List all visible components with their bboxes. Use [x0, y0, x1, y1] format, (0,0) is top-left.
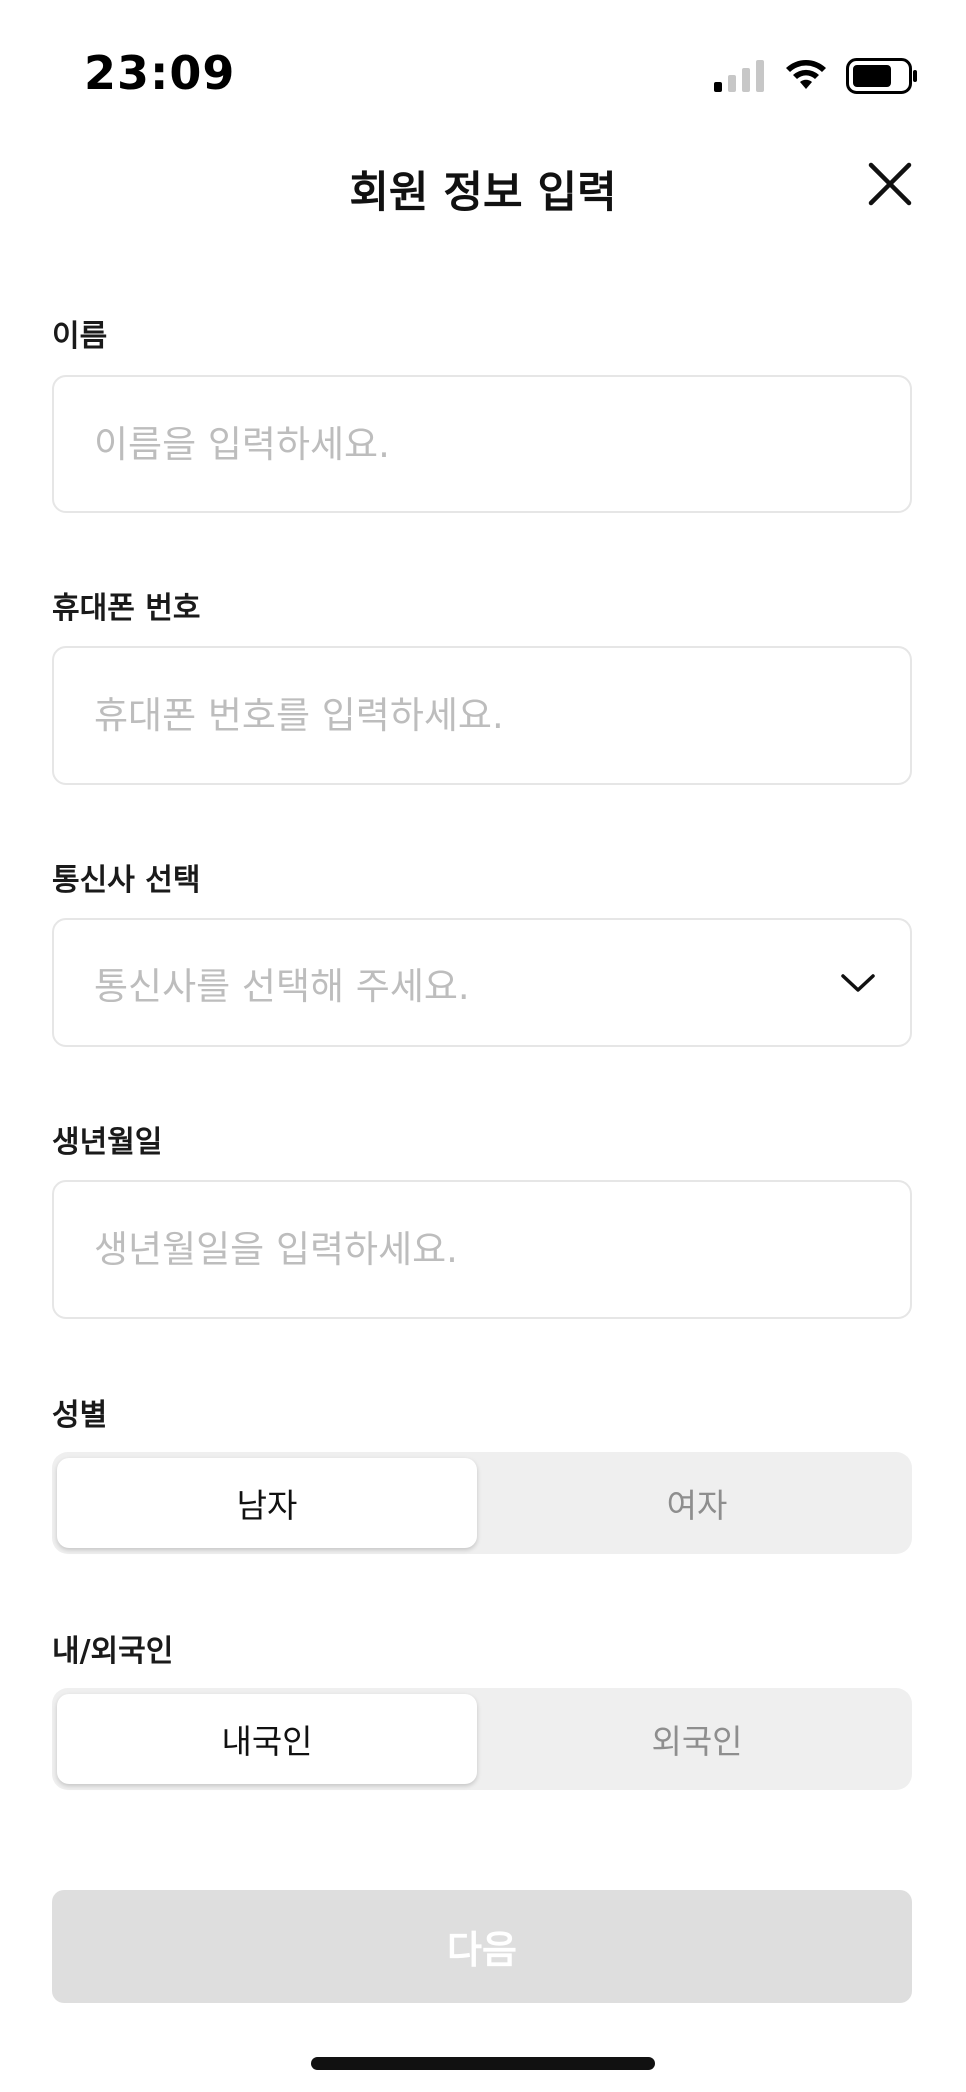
wifi-icon [786, 60, 826, 89]
phone-field[interactable] [52, 646, 912, 785]
nationality-option-foreign[interactable]: 외국인 [487, 1694, 907, 1784]
nationality-option-domestic[interactable]: 내국인 [57, 1694, 477, 1784]
carrier-label: 통신사 선택 [52, 863, 201, 898]
header: 회원 정보 입력 [0, 140, 966, 230]
status-time: 23:09 [84, 46, 236, 100]
birthdate-label: 생년월일 [52, 1125, 163, 1160]
chevron-down-icon [841, 973, 875, 992]
page-title: 회원 정보 입력 [349, 168, 617, 218]
gender-option-male[interactable]: 남자 [57, 1458, 477, 1548]
phone-input[interactable] [94, 648, 854, 783]
status-bar: 23:09 [0, 0, 966, 120]
name-input[interactable] [94, 377, 854, 511]
name-field[interactable] [52, 375, 912, 513]
close-icon [868, 162, 912, 206]
nationality-label: 내/외국인 [52, 1634, 174, 1669]
birthdate-field[interactable] [52, 1180, 912, 1319]
carrier-placeholder: 통신사를 선택해 주세요. [94, 964, 470, 1008]
phone-label: 휴대폰 번호 [52, 591, 201, 626]
birthdate-input[interactable] [94, 1182, 854, 1317]
nationality-segmented-control: 내국인 외국인 [52, 1688, 912, 1790]
gender-option-female[interactable]: 여자 [487, 1458, 907, 1548]
gender-segmented-control: 남자 여자 [52, 1452, 912, 1554]
cellular-signal-icon [714, 60, 764, 92]
gender-label: 성별 [52, 1398, 108, 1433]
status-icons [714, 56, 918, 96]
carrier-select[interactable]: 통신사를 선택해 주세요. [52, 918, 912, 1047]
battery-icon [846, 58, 917, 94]
name-label: 이름 [52, 319, 108, 354]
close-button[interactable] [866, 160, 914, 208]
next-button[interactable]: 다음 [52, 1890, 912, 2003]
home-indicator [311, 2057, 655, 2070]
